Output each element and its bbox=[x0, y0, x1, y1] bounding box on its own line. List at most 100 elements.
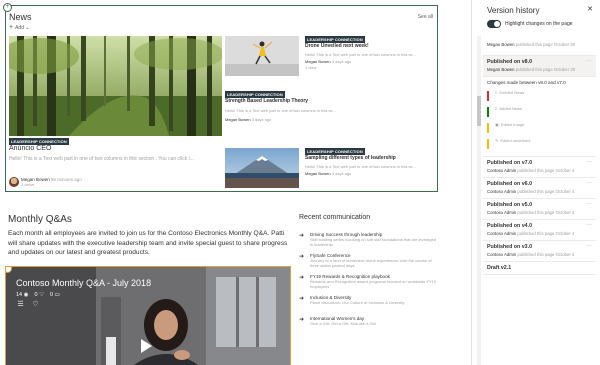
hero-category-badge[interactable]: LEADERSHIP CONNECTION bbox=[9, 138, 69, 145]
pane-gutter bbox=[442, 0, 471, 365]
arrow-right-icon: ➜ bbox=[299, 275, 305, 281]
more-icon[interactable]: ··· bbox=[586, 201, 592, 207]
hero-news-image[interactable] bbox=[9, 36, 222, 136]
heart-icon[interactable]: ♡ bbox=[31, 300, 40, 309]
webpart-select-handle[interactable]: + bbox=[3, 3, 12, 12]
version-entry[interactable]: Published on v4.0 ··· Contoso Admin publ… bbox=[483, 220, 596, 241]
version-entry[interactable]: Published on v6.0 ··· Contoso Admin publ… bbox=[483, 178, 596, 199]
author-name: Megan Bowen bbox=[225, 117, 251, 122]
card-title[interactable]: Sampling different types of leadership bbox=[305, 155, 396, 161]
highlight-changes-toggle[interactable] bbox=[487, 20, 501, 28]
image-icon: ▣ bbox=[495, 122, 499, 127]
news-title: News bbox=[9, 12, 32, 22]
change-item[interactable]: ≡ Added News bbox=[487, 105, 592, 121]
close-icon[interactable]: ✕ bbox=[587, 5, 593, 13]
version-text: published this page October 4 bbox=[517, 189, 575, 194]
list-item-desc: Rewards and Recognition award programs f… bbox=[310, 279, 437, 289]
version-text: published this page October 4 bbox=[517, 168, 575, 173]
version-text: published this page October 4 bbox=[517, 252, 575, 257]
version-author: Megan Bowen bbox=[487, 42, 515, 47]
change-item[interactable]: ✎ Edited undefined bbox=[487, 137, 592, 153]
list-item[interactable]: ➜ Inclusion & Diversity Panel discussion: … bbox=[299, 295, 439, 316]
card-title[interactable]: Drone Unveiled next week! bbox=[305, 43, 369, 49]
scrollbar[interactable] bbox=[477, 36, 481, 365]
list-item[interactable]: ➜ Driving Success through leadership Skill… bbox=[299, 232, 439, 253]
view-count: 14 ◉ bbox=[16, 292, 29, 298]
recent-communication-heading: Recent communication bbox=[299, 214, 371, 221]
change-item[interactable]: ▣ Edited Image bbox=[487, 121, 592, 137]
news-card[interactable]: LEADERSHIP CONNECTION Strength Based Lea… bbox=[225, 91, 437, 141]
comment-count: 0 ▭ bbox=[50, 292, 60, 298]
heart-icon: ♡ bbox=[39, 292, 44, 298]
version-author: Megan Bowen bbox=[487, 67, 515, 72]
edit-icon: ✎ bbox=[495, 138, 499, 143]
video-title[interactable]: Contoso Monthly Q&A - July 2018 bbox=[16, 278, 151, 288]
card-title[interactable]: Strength Based Leadership Theory bbox=[225, 98, 308, 104]
post-time: 3 days ago bbox=[331, 171, 352, 176]
version-title: Published on v4.0 bbox=[487, 223, 533, 229]
more-icon[interactable]: ··· bbox=[586, 243, 592, 249]
card-category-badge[interactable]: LEADERSHIP CONNECTION bbox=[305, 148, 365, 155]
news-webpart[interactable]: + News See all + Add ⌄ LEADERSHIP CONNEC… bbox=[3, 3, 438, 192]
arrow-right-icon: ➜ bbox=[299, 254, 305, 260]
more-icon[interactable]: ··· bbox=[586, 58, 592, 64]
play-icon[interactable] bbox=[141, 339, 152, 353]
more-icon[interactable]: ··· bbox=[586, 180, 592, 186]
version-history-pane: Version history ✕ Highlight changes on t… bbox=[471, 0, 600, 365]
news-card[interactable]: LEADERSHIP CONNECTION Drone Unveiled nex… bbox=[225, 36, 437, 86]
hero-author: Megan Bowen 55 minutes ago 2 views bbox=[9, 177, 82, 187]
change-label: Edited undefined bbox=[500, 138, 531, 143]
change-color-bar bbox=[487, 91, 489, 101]
card-category-badge[interactable]: LEADERSHIP CONNECTION bbox=[305, 36, 365, 43]
view-count: 1 view bbox=[305, 65, 317, 70]
version-author: Contoso Admin bbox=[487, 189, 517, 194]
news-card[interactable]: LEADERSHIP CONNECTION Sampling different… bbox=[225, 148, 437, 198]
version-title: Published on v6.0 bbox=[487, 181, 533, 187]
version-entry[interactable]: Published on v7.0 ··· Contoso Admin publ… bbox=[483, 157, 596, 178]
add-label: Add bbox=[15, 25, 24, 31]
version-title: Published on v5.0 bbox=[487, 202, 533, 208]
changes-heading: Changes made between v8.0 and v7.0 bbox=[487, 80, 566, 85]
change-color-bar bbox=[487, 123, 489, 133]
recent-communication-list: ➜ Driving Success through leadership Skill… bbox=[299, 232, 439, 337]
list-item[interactable]: ➜ FlySafe Conference Journey to a land of … bbox=[299, 253, 439, 274]
eye-icon: ◉ bbox=[23, 292, 29, 298]
list-item[interactable]: ➜ FY19 Rewards & Recognition playbook Rewa… bbox=[299, 274, 439, 295]
arrow-right-icon: ➜ bbox=[299, 317, 305, 323]
card-description: Hello! This is a Text web part in one of… bbox=[225, 108, 337, 113]
change-item[interactable]: ≡ Deleted News bbox=[487, 89, 592, 105]
change-color-bar bbox=[487, 107, 489, 117]
version-title: Published on v8.0 bbox=[487, 59, 533, 65]
version-title: Published on v7.0 bbox=[487, 160, 533, 166]
version-author: Contoso Admin bbox=[487, 210, 517, 215]
version-entry[interactable]: Published on v5.0 ··· Contoso Admin publ… bbox=[483, 199, 596, 220]
version-list: Megan Bowen published this page October … bbox=[483, 36, 596, 275]
details-icon[interactable]: ☰ bbox=[16, 300, 25, 309]
video-actions: ☰ ♡ bbox=[16, 300, 40, 309]
card-description: Hello! This is a Text web part in one of… bbox=[305, 164, 417, 169]
list-item-desc: Skill building series focusing on soft s… bbox=[310, 237, 437, 247]
card-description: Hello! This is a Text web part in one of… bbox=[305, 52, 417, 57]
video-webpart[interactable]: Contoso Monthly Q&A - July 2018 14 ◉ 0 ♡… bbox=[5, 266, 291, 365]
change-label: Deleted News bbox=[499, 90, 525, 95]
list-item[interactable]: ➜ International Women's day Give a Gift, G… bbox=[299, 316, 439, 337]
chevron-down-icon: ⌄ bbox=[24, 25, 30, 31]
more-icon[interactable]: ··· bbox=[586, 159, 592, 165]
scrollbar-thumb[interactable] bbox=[477, 96, 481, 126]
view-count: 2 views bbox=[21, 182, 35, 187]
card-category-badge[interactable]: LEADERSHIP CONNECTION bbox=[225, 91, 285, 98]
news-card-image[interactable] bbox=[225, 36, 299, 76]
hero-description: Hello! This is a Text web part in one of… bbox=[9, 156, 194, 162]
author-name: Megan Bowen bbox=[305, 59, 331, 64]
list-item-desc: Panel discussion: Our Culture of Inclusi… bbox=[310, 300, 405, 305]
version-entry[interactable]: Megan Bowen published this page October … bbox=[483, 36, 596, 56]
see-all-link[interactable]: See all bbox=[418, 14, 433, 20]
add-news-button[interactable]: + Add ⌄ bbox=[9, 24, 30, 31]
version-entry[interactable]: Published on v3.0 ··· Contoso Admin publ… bbox=[483, 241, 596, 262]
news-card-image[interactable] bbox=[225, 148, 299, 188]
hero-title[interactable]: Anúncio CEO bbox=[9, 145, 51, 152]
version-entry-selected[interactable]: Published on v8.0 ··· Megan Bowen publis… bbox=[483, 56, 596, 77]
version-entry[interactable]: Draft v2.1 bbox=[483, 262, 596, 275]
more-icon[interactable]: ··· bbox=[586, 222, 592, 228]
list-icon: ≡ bbox=[495, 90, 498, 95]
